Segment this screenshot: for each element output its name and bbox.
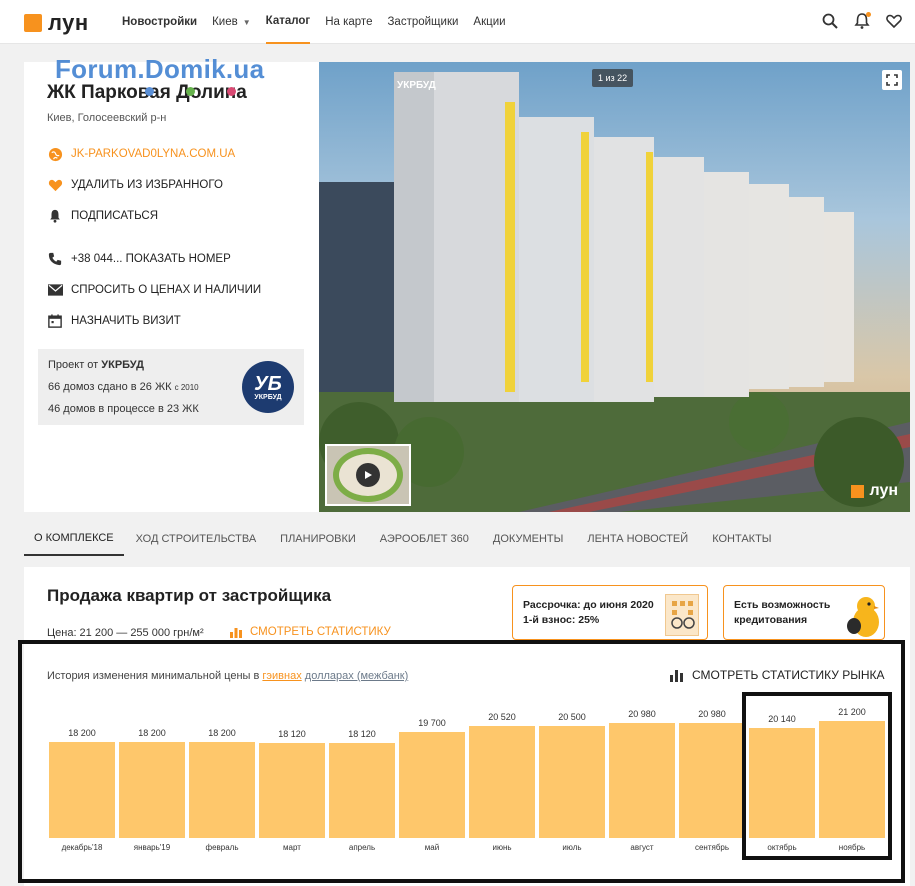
tab-layouts[interactable]: ПЛАНИРОВКИ: [268, 522, 368, 556]
bell-icon[interactable]: [853, 12, 871, 30]
play-icon[interactable]: [356, 463, 380, 487]
installment-promo[interactable]: Рассрочка: до июня 2020 1-й взнос: 25%: [512, 585, 708, 640]
forum-watermark: Forum.Domik.ua: [55, 54, 265, 84]
watermark-dot-green: [186, 87, 195, 96]
brand-mark-icon: [851, 484, 865, 498]
subscribe-label: ПОДПИСАТЬСЯ: [71, 210, 159, 222]
heart-filled-icon: [47, 177, 63, 193]
developer-logo-mark: УБ: [254, 372, 282, 395]
developer-since: с 2010: [174, 383, 199, 392]
developer-project-prefix: Проект от: [48, 359, 99, 371]
phone-label: +38 044... ПОКАЗАТЬ НОМЕР: [71, 253, 231, 265]
show-phone-button[interactable]: +38 044... ПОКАЗАТЬ НОМЕР: [47, 251, 231, 267]
developer-built: 66 домоз сдано в 26 ЖК: [48, 381, 172, 393]
developer-box[interactable]: Проект от УКРБУД 66 домоз сдано в 26 ЖК …: [38, 349, 304, 425]
nav-on-map[interactable]: На карте: [325, 0, 372, 44]
complex-photo-gallery[interactable]: УКРБУД 1 из 22 лун: [319, 62, 910, 512]
notification-dot: [866, 12, 871, 17]
tab-news[interactable]: ЛЕНТА НОВОСТЕЙ: [575, 522, 700, 556]
complex-location: Киев, Голосеевский р-н: [47, 112, 167, 124]
remove-favorite-button[interactable]: УДАЛИТЬ ИЗ ИЗБРАННОГО: [47, 177, 223, 193]
bird-mascot-icon: [846, 594, 880, 638]
complex-tabs: О КОМПЛЕКСЕ ХОД СТРОИТЕЛЬСТВА ПЛАНИРОВКИ…: [24, 522, 784, 556]
tab-contacts[interactable]: КОНТАКТЫ: [700, 522, 783, 556]
main-nav: Новостройки Киев ▼ Каталог На карте Заст…: [122, 0, 506, 44]
sales-title: Продажа квартир от застройщика: [47, 586, 332, 605]
view-statistics-link[interactable]: СМОТРЕТЬ СТАТИСТИКУ: [230, 626, 391, 638]
remove-favorite-label: УДАЛИТЬ ИЗ ИЗБРАННОГО: [71, 179, 223, 191]
tab-documents[interactable]: ДОКУМЕНТЫ: [481, 522, 575, 556]
search-icon[interactable]: [821, 12, 839, 30]
view-statistics-label: СМОТРЕТЬ СТАТИСТИКУ: [250, 626, 391, 638]
site-logo[interactable]: лун: [24, 10, 89, 36]
highlight-frame-last-months: [742, 692, 892, 860]
installment-illustration: [665, 594, 699, 636]
developer-logo[interactable]: УБ УКРБУД: [242, 361, 294, 413]
photo-counter: 1 из 22: [592, 69, 634, 87]
phone-icon: [47, 251, 63, 267]
top-nav-bar: лун Новостройки Киев ▼ Каталог На карте …: [0, 0, 915, 44]
nav-developers[interactable]: Застройщики: [387, 0, 458, 44]
website-link[interactable]: JK-PARKOVAD0LYNA.COM.UA: [47, 146, 235, 162]
website-label: JK-PARKOVAD0LYNA.COM.UA: [71, 148, 236, 160]
chevron-down-icon: ▼: [242, 17, 251, 27]
mail-icon: [47, 282, 63, 298]
logo-mark-icon: [24, 14, 42, 32]
nav-promotions[interactable]: Акции: [473, 0, 505, 44]
watermark-dots: [145, 87, 236, 96]
video-preview-art: [333, 448, 403, 502]
photo-brand-watermark: лун: [851, 482, 898, 500]
watermark-dot-blue: [145, 87, 154, 96]
logo-text: лун: [48, 10, 89, 35]
tab-aerial-360[interactable]: АЭРООБЛЕТ 360: [368, 522, 481, 556]
fullscreen-icon[interactable]: [882, 70, 902, 90]
bell-filled-icon: [47, 208, 63, 224]
price-range: Цена: 21 200 — 255 000 грн/м²: [47, 627, 204, 639]
nav-new-buildings[interactable]: Новостройки: [122, 0, 197, 44]
calendar-icon: [47, 313, 63, 329]
tab-construction-progress[interactable]: ХОД СТРОИТЕЛЬСТВА: [124, 522, 269, 556]
subscribe-button[interactable]: ПОДПИСАТЬСЯ: [47, 208, 158, 224]
ask-prices-label: СПРОСИТЬ О ЦЕНАХ И НАЛИЧИИ: [71, 284, 262, 296]
photo-facade-label: УКРБУД: [397, 80, 436, 91]
watermark-dot-red: [227, 87, 236, 96]
complex-info-card: ЖК Парковая Долина Киев, Голосеевский р-…: [24, 62, 319, 512]
tab-about[interactable]: О КОМПЛЕКСЕ: [24, 522, 124, 556]
video-thumbnail[interactable]: [325, 444, 411, 506]
nav-city-selector[interactable]: Киев ▼: [212, 0, 251, 44]
nav-catalog[interactable]: Каталог: [265, 0, 311, 44]
heart-icon[interactable]: [885, 12, 903, 30]
schedule-visit-label: НАЗНАЧИТЬ ВИЗИТ: [71, 315, 181, 327]
schedule-visit-button[interactable]: НАЗНАЧИТЬ ВИЗИТ: [47, 313, 181, 329]
developer-name[interactable]: УКРБУД: [101, 359, 144, 371]
nav-city-label: Киев: [212, 16, 238, 28]
top-icons: [821, 12, 903, 30]
ask-prices-button[interactable]: СПРОСИТЬ О ЦЕНАХ И НАЛИЧИИ: [47, 282, 261, 298]
developer-logo-text: УКРБУД: [254, 393, 282, 401]
photo-brand-text: лун: [869, 482, 898, 499]
globe-icon: [47, 146, 63, 162]
credit-promo[interactable]: Есть возможность кредитования: [723, 585, 885, 640]
bar-chart-icon: [230, 626, 242, 638]
